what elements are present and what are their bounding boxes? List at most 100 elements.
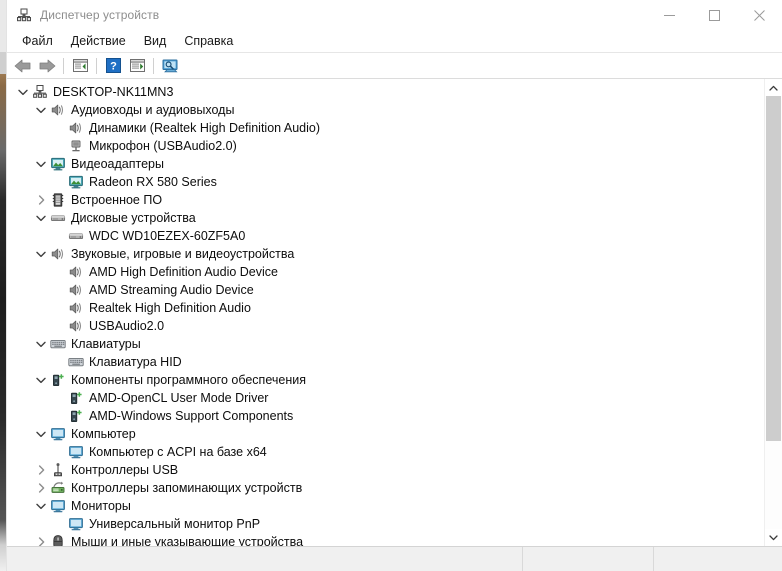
scan-hardware-button[interactable] xyxy=(158,55,182,77)
toolbar-separator xyxy=(63,57,64,74)
scrollbar-track[interactable] xyxy=(765,96,782,529)
monitor-icon xyxy=(67,443,85,461)
tree-indent-spacer xyxy=(51,443,67,461)
tree-indent-spacer xyxy=(51,281,67,299)
tree-row[interactable]: Микрофон (USBAudio2.0) xyxy=(7,137,764,155)
keyboard-icon xyxy=(67,353,85,371)
tree-row-label: Микрофон (USBAudio2.0) xyxy=(89,139,237,153)
chevron-down-icon[interactable] xyxy=(33,497,49,515)
tree-indent-spacer xyxy=(51,407,67,425)
close-button[interactable] xyxy=(737,0,782,30)
speaker-icon xyxy=(67,263,85,281)
tree-row[interactable]: WDC WD10EZEX-60ZF5A0 xyxy=(7,227,764,245)
tree-row-label: Дисковые устройства xyxy=(71,211,196,225)
chevron-right-icon[interactable] xyxy=(33,533,49,546)
tree-row[interactable]: Компьютер xyxy=(7,425,764,443)
background-window-edge xyxy=(0,0,6,571)
tree-row[interactable]: Аудиовходы и аудиовыходы xyxy=(7,101,764,119)
tree-row[interactable]: Radeon RX 580 Series xyxy=(7,173,764,191)
tree-row-label: Клавиатуры xyxy=(71,337,141,351)
tree-row[interactable]: Динамики (Realtek High Definition Audio) xyxy=(7,119,764,137)
tree-row[interactable]: Компьютер с ACPI на базе x64 xyxy=(7,443,764,461)
tree-row[interactable]: DESKTOP-NK11MN3 xyxy=(7,83,764,101)
software-component-icon xyxy=(49,371,67,389)
tree-row-label: Компоненты программного обеспечения xyxy=(71,373,306,387)
menu-help[interactable]: Справка xyxy=(175,32,242,50)
monitor-icon xyxy=(49,497,67,515)
tree-row[interactable]: AMD High Definition Audio Device xyxy=(7,263,764,281)
device-tree: DESKTOP-NK11MN3 Аудиовходы и аудиовыходы Д… xyxy=(7,83,764,546)
tree-row[interactable]: AMD-Windows Support Components xyxy=(7,407,764,425)
tree-row-label: Динамики (Realtek High Definition Audio) xyxy=(89,121,321,135)
chevron-right-icon[interactable] xyxy=(33,461,49,479)
chevron-down-icon[interactable] xyxy=(33,425,49,443)
tree-row-label: AMD Streaming Audio Device xyxy=(89,283,254,297)
forward-button[interactable] xyxy=(35,55,59,77)
tree-row[interactable]: AMD-OpenCL User Mode Driver xyxy=(7,389,764,407)
chevron-right-icon[interactable] xyxy=(33,479,49,497)
tree-row[interactable]: Дисковые устройства xyxy=(7,209,764,227)
minimize-button[interactable] xyxy=(647,0,692,30)
menu-file[interactable]: Файл xyxy=(13,32,62,50)
tree-row-label: Radeon RX 580 Series xyxy=(89,175,217,189)
display-adapter-icon xyxy=(67,173,85,191)
title-bar: Диспетчер устройств xyxy=(7,0,782,30)
tree-row-label: Клавиатура HID xyxy=(89,355,182,369)
tree-row[interactable]: Видеоадаптеры xyxy=(7,155,764,173)
help-button[interactable]: ? xyxy=(101,55,125,77)
tree-indent-spacer xyxy=(51,263,67,281)
tree-row-label: Встроенное ПО xyxy=(71,193,163,207)
device-tree-pane[interactable]: DESKTOP-NK11MN3 Аудиовходы и аудиовыходы Д… xyxy=(7,79,764,546)
back-button[interactable] xyxy=(11,55,35,77)
chevron-right-icon[interactable] xyxy=(33,191,49,209)
tree-row[interactable]: Компоненты программного обеспечения xyxy=(7,371,764,389)
chevron-down-icon[interactable] xyxy=(33,245,49,263)
properties-button[interactable] xyxy=(68,55,92,77)
tree-row[interactable]: Realtek High Definition Audio xyxy=(7,299,764,317)
chevron-down-icon[interactable] xyxy=(15,83,31,101)
scroll-down-button[interactable] xyxy=(765,529,782,546)
vertical-scrollbar[interactable] xyxy=(764,79,782,546)
tree-row[interactable]: Контроллеры запоминающих устройств xyxy=(7,479,764,497)
usb-icon xyxy=(49,461,67,479)
tree-indent-spacer xyxy=(51,353,67,371)
chevron-down-icon[interactable] xyxy=(33,155,49,173)
svg-text:?: ? xyxy=(110,61,117,73)
chevron-down-icon[interactable] xyxy=(33,209,49,227)
tree-row[interactable]: AMD Streaming Audio Device xyxy=(7,281,764,299)
chevron-down-icon[interactable] xyxy=(33,371,49,389)
tree-row-label: Контроллеры USB xyxy=(71,463,179,477)
tree-row[interactable]: Клавиатура HID xyxy=(7,353,764,371)
update-driver-button[interactable] xyxy=(125,55,149,77)
disk-drive-icon xyxy=(49,209,67,227)
toolbar-separator xyxy=(153,57,154,74)
tree-row[interactable]: Звуковые, игровые и видеоустройства xyxy=(7,245,764,263)
menu-bar: Файл Действие Вид Справка xyxy=(7,30,782,53)
tree-indent-spacer xyxy=(51,173,67,191)
chevron-down-icon[interactable] xyxy=(33,101,49,119)
window-controls xyxy=(647,0,782,30)
maximize-button[interactable] xyxy=(692,0,737,30)
tree-indent-spacer xyxy=(51,227,67,245)
monitor-icon xyxy=(67,515,85,533)
menu-action[interactable]: Действие xyxy=(62,32,135,50)
tree-row[interactable]: Клавиатуры xyxy=(7,335,764,353)
tree-row[interactable]: Мыши и иные указывающие устройства xyxy=(7,533,764,546)
window-title: Диспетчер устройств xyxy=(40,8,160,22)
tree-row-label: Мониторы xyxy=(71,499,131,513)
tree-row[interactable]: USBAudio2.0 xyxy=(7,317,764,335)
content-area: DESKTOP-NK11MN3 Аудиовходы и аудиовыходы Д… xyxy=(7,79,782,546)
tree-row[interactable]: Контроллеры USB xyxy=(7,461,764,479)
scroll-up-button[interactable] xyxy=(765,79,782,96)
scrollbar-thumb[interactable] xyxy=(766,96,781,441)
toolbar: ? xyxy=(7,53,782,79)
tree-row[interactable]: Встроенное ПО xyxy=(7,191,764,209)
tree-row[interactable]: Универсальный монитор PnP xyxy=(7,515,764,533)
disk-drive-icon xyxy=(67,227,85,245)
tree-row-label: Компьютер с ACPI на базе x64 xyxy=(89,445,267,459)
tree-row[interactable]: Мониторы xyxy=(7,497,764,515)
chevron-down-icon[interactable] xyxy=(33,335,49,353)
tree-row-label: Мыши и иные указывающие устройства xyxy=(71,535,304,546)
tree-row-label: USBAudio2.0 xyxy=(89,319,165,333)
menu-view[interactable]: Вид xyxy=(135,32,176,50)
